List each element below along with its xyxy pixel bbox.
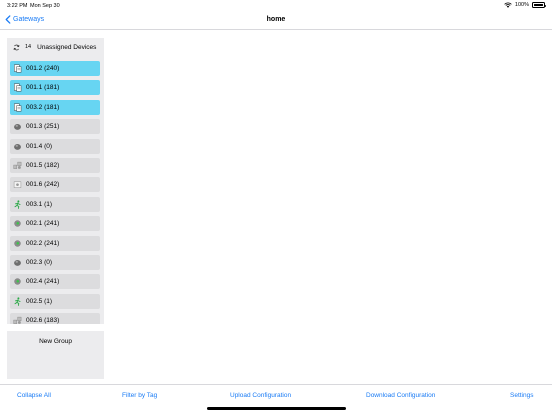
device-label: 001.4 (0) (26, 142, 53, 150)
device-item[interactable]: 002.5 (1) (10, 293, 100, 309)
device-item[interactable]: 001.3 (251) (10, 119, 100, 135)
multi-sensor-icon (13, 161, 22, 170)
sensor-dome-icon (13, 258, 22, 267)
unassigned-devices-header[interactable]: 14 Unassigned Devices (7, 38, 104, 56)
home-indicator[interactable] (207, 407, 346, 410)
status-date: Mon Sep 30 (30, 3, 60, 9)
device-label: 001.3 (251) (26, 123, 60, 131)
sensor-dome-icon (13, 122, 22, 131)
green-dot-sensor-icon (13, 277, 22, 286)
green-dot-sensor-icon (13, 239, 22, 248)
device-label: 001.5 (182) (26, 162, 60, 169)
battery-icon (532, 2, 547, 8)
battery-percent: 100% (514, 2, 529, 8)
collapse-all-button[interactable]: Collapse All (17, 392, 51, 399)
device-item[interactable]: 001.5 (182) (10, 158, 100, 173)
device-label: 001.6 (242) (26, 181, 60, 189)
device-label: 002.4 (241) (26, 278, 60, 286)
device-item[interactable]: 002.1 (241) (10, 216, 100, 232)
multi-sensor-icon (13, 316, 22, 324)
document-device-icon (13, 103, 22, 112)
green-dot-sensor-icon (13, 219, 22, 228)
new-group-button[interactable]: New Group (7, 331, 104, 379)
device-label: 003.2 (181) (26, 103, 60, 111)
device-list[interactable]: 14 Unassigned Devices 001.2 (240) 001.1 (… (7, 38, 104, 324)
unassigned-label: Unassigned Devices (37, 43, 97, 51)
device-item[interactable]: 002.6 (183) (10, 313, 100, 324)
device-item[interactable]: 002.3 (0) (10, 255, 100, 270)
device-label: 002.2 (241) (26, 239, 60, 247)
new-group-label: New Group (39, 338, 72, 345)
page-title: home (266, 16, 286, 23)
device-label: 003.1 (1) (26, 200, 53, 208)
device-label: 002.3 (0) (26, 259, 53, 266)
device-item[interactable]: 001.4 (0) (10, 138, 100, 154)
filter-by-tag-button[interactable]: Filter by Tag (122, 392, 157, 399)
status-bar: 3:22 PM Mon Sep 30 100% (0, 0, 552, 12)
device-item[interactable]: 001.1 (181) (10, 80, 100, 96)
document-device-icon (13, 64, 22, 73)
wifi-icon (504, 2, 512, 8)
settings-button[interactable]: Settings (510, 392, 534, 399)
sensor-dome-icon (13, 142, 22, 151)
sensor-box-icon (13, 180, 22, 189)
unassigned-count: 14 (25, 44, 32, 50)
status-indicators: 100% (504, 2, 547, 8)
device-item[interactable]: 003.1 (1) (10, 196, 100, 212)
document-device-icon (13, 83, 22, 92)
download-configuration-button[interactable]: Download Configuration (366, 392, 435, 399)
status-time: 3:22 PM (7, 3, 28, 9)
upload-configuration-button[interactable]: Upload Configuration (230, 392, 291, 399)
device-item[interactable]: 001.6 (242) (10, 177, 100, 193)
device-label: 001.1 (181) (26, 84, 60, 92)
running-person-icon (13, 200, 22, 209)
navigation-bar: Gateways home (0, 12, 552, 30)
device-item[interactable]: 003.2 (181) (10, 99, 100, 115)
device-item[interactable]: 002.4 (241) (10, 274, 100, 290)
device-label: 002.5 (1) (26, 297, 53, 305)
device-item[interactable]: 002.2 (241) (10, 235, 100, 251)
device-item[interactable]: 001.2 (240) (10, 61, 100, 76)
running-person-icon (13, 297, 22, 306)
device-label: 002.6 (183) (26, 317, 60, 324)
device-label: 002.1 (241) (26, 220, 60, 228)
device-label: 001.2 (240) (26, 65, 60, 72)
refresh-icon[interactable] (13, 44, 20, 51)
